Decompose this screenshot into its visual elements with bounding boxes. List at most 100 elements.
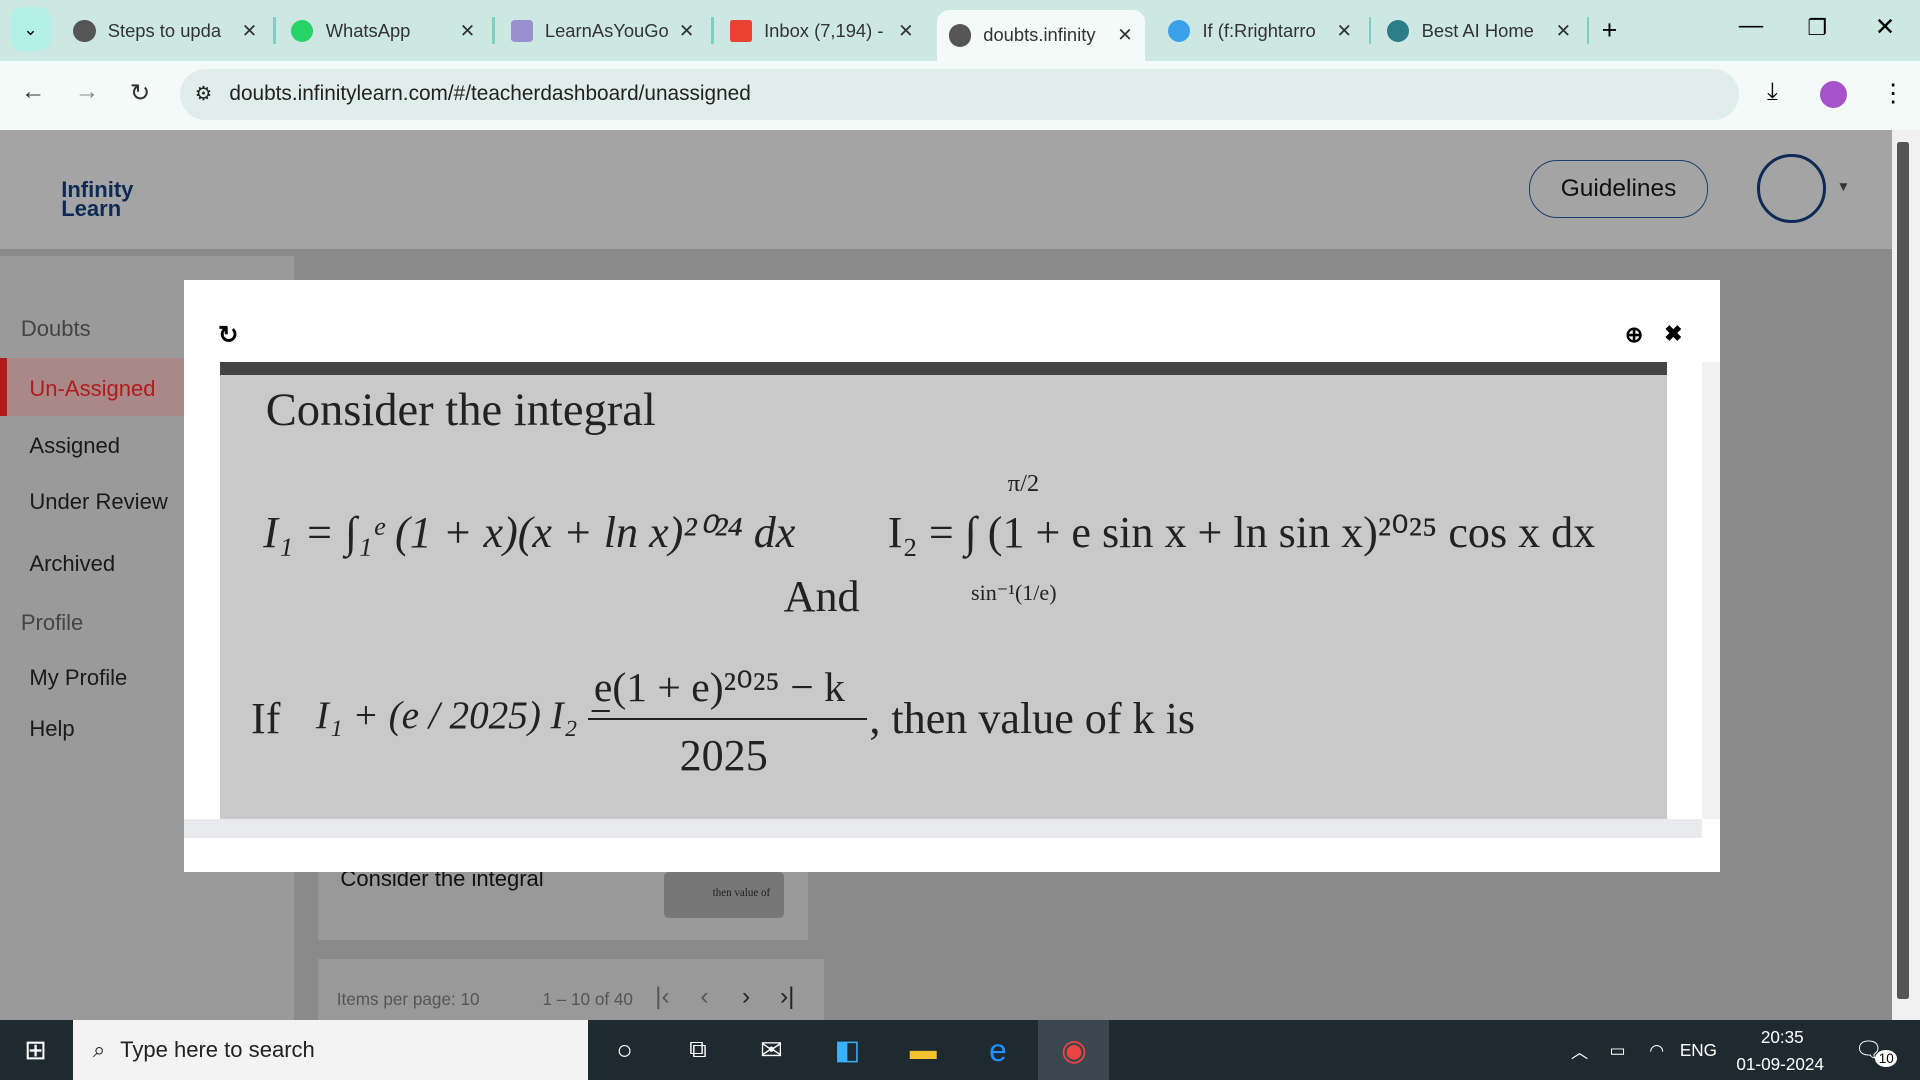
tab-title: WhatsApp — [325, 19, 411, 41]
close-tab-icon[interactable]: ✕ — [242, 20, 257, 42]
img-denominator: 2025 — [679, 730, 768, 780]
restore-button[interactable]: ❐ — [1807, 15, 1827, 41]
search-icon: ⌕ — [93, 1037, 106, 1062]
whatsapp-icon — [291, 19, 314, 42]
logo: Infinity Learn — [61, 177, 134, 221]
minimize-button[interactable]: — — [1739, 12, 1763, 40]
taskbar: ⊞ ⌕ Type here to search ○ ⧉ ✉ ◧ ▬ e ◉ ︿ ▭… — [0, 1020, 1920, 1080]
close-window-button[interactable]: ✕ — [1875, 12, 1896, 42]
menu-icon[interactable]: ⋮ — [1881, 78, 1905, 108]
taskbar-search[interactable]: ⌕ Type here to search — [73, 1020, 588, 1080]
sidebar-item-my-profile[interactable]: My Profile — [29, 665, 127, 691]
img-lhs: I₁ + (e / 2025) I₂ = — [315, 694, 614, 738]
file-explorer-icon[interactable]: ▬ — [896, 1020, 950, 1080]
tab-title: LearnAsYouGo — [544, 19, 669, 41]
cortana-icon[interactable]: ○ — [600, 1020, 649, 1080]
prev-page-button[interactable]: ‹ — [700, 983, 708, 1011]
rotate-icon[interactable]: ↻ — [218, 320, 239, 350]
app-header: Infinity Learn Guidelines ▼ — [0, 129, 1892, 249]
new-tab-button[interactable]: + — [1602, 15, 1618, 46]
sidebar-item-assigned[interactable]: Assigned — [29, 433, 120, 459]
tab-whatsapp[interactable]: WhatsApp ✕ — [291, 10, 487, 52]
mail-icon[interactable]: ✉ — [747, 1020, 796, 1080]
learnasyougo-icon — [510, 19, 533, 42]
close-tab-icon[interactable]: ✕ — [1336, 20, 1351, 42]
ai-icon — [1387, 19, 1410, 42]
clock-date[interactable]: 01-09-2024 — [1736, 1054, 1824, 1075]
tab-learnasyougo[interactable]: LearnAsYouGo ✕ — [510, 10, 707, 52]
battery-icon[interactable]: ▭ — [1604, 1020, 1631, 1080]
language-indicator[interactable]: ENG — [1680, 1020, 1717, 1080]
user-avatar-icon[interactable] — [1757, 154, 1826, 223]
tab-steps[interactable]: Steps to upda ✕ — [73, 10, 269, 52]
url-text: doubts.infinitylearn.com/#/teacherdashbo… — [229, 82, 751, 106]
tab-search-button[interactable]: ⌄ — [9, 7, 52, 52]
guidelines-button[interactable]: Guidelines — [1529, 160, 1708, 218]
img-tail: , then value of k is — [869, 694, 1196, 744]
close-tab-icon[interactable]: ✕ — [898, 20, 913, 42]
forward-button[interactable]: → — [75, 78, 99, 106]
edge-icon[interactable]: e — [973, 1020, 1022, 1080]
h-scrollbar[interactable] — [183, 819, 1703, 838]
show-hidden-icons[interactable]: ︿ — [1567, 1020, 1591, 1080]
doubt-image: Consider the integral I₁ = ∫₁ᵉ (1 + x)(x… — [220, 362, 1667, 820]
gmail-icon — [729, 19, 752, 42]
img-integral-2: I₂ = ∫ (1 + e sin x + ln sin x)²⁰²⁵ cos … — [887, 507, 1596, 557]
upload-icon — [1168, 19, 1191, 42]
img-if: If — [251, 694, 281, 744]
reload-button[interactable]: ↻ — [130, 78, 151, 108]
v-scrollbar[interactable] — [1702, 362, 1721, 820]
site-info-icon[interactable]: ⚙ — [195, 82, 213, 106]
tab-doubts[interactable]: doubts.infinity ✕ — [936, 9, 1145, 62]
tab-if[interactable]: If (f:Rrightarro ✕ — [1168, 10, 1364, 52]
start-button[interactable]: ⊞ — [0, 1020, 71, 1080]
tab-strip: ⌄ Steps to upda ✕ WhatsApp ✕ LearnAsYouGo ✕… — [0, 0, 1920, 62]
first-page-button[interactable]: |‹ — [655, 983, 670, 1011]
tab-title: If (f:Rrightarro — [1202, 19, 1316, 41]
img-and: And — [783, 571, 860, 621]
chevron-down-icon[interactable]: ▼ — [1837, 179, 1850, 194]
next-page-button[interactable]: › — [742, 983, 750, 1011]
zoom-in-icon[interactable]: ⊕ — [1625, 322, 1643, 348]
chrome-icon[interactable]: ◉ — [1038, 1020, 1110, 1080]
close-icon[interactable]: ✖ — [1664, 321, 1682, 347]
notifications-icon[interactable]: 🗨 10 — [1851, 1020, 1900, 1080]
img-numerator: e(1 + e)²⁰²⁵ − k — [593, 665, 845, 712]
globe-icon — [73, 19, 96, 42]
img-heading: Consider the integral — [265, 385, 656, 437]
img-upper-limit: π/2 — [1007, 470, 1040, 498]
tab-best-ai[interactable]: Best AI Home ✕ — [1387, 10, 1583, 52]
task-view-icon[interactable]: ⧉ — [673, 1020, 722, 1080]
doubt-thumbnail[interactable]: then value of — [663, 871, 784, 919]
profile-avatar[interactable] — [1819, 80, 1847, 108]
sidebar-group-profile: Profile — [20, 609, 84, 635]
search-placeholder: Type here to search — [120, 1037, 315, 1062]
close-tab-icon[interactable]: ✕ — [1556, 20, 1571, 42]
wifi-icon[interactable]: ◠ — [1643, 1020, 1670, 1080]
tab-title: Steps to upda — [107, 19, 222, 41]
sidebar-item-label: Un-Assigned — [29, 375, 156, 401]
sidebar-group-doubts: Doubts — [20, 315, 91, 341]
img-integral-1: I₁ = ∫₁ᵉ (1 + x)(x + ln x)²⁰²⁴ dx — [263, 507, 796, 557]
tab-title: Best AI Home — [1421, 19, 1534, 41]
close-tab-icon[interactable]: ✕ — [1117, 24, 1132, 46]
tab-gmail[interactable]: Inbox (7,194) - ✕ — [729, 10, 926, 52]
page-range: 1 – 10 of 40 — [542, 989, 633, 1010]
clock-time[interactable]: 20:35 — [1761, 1027, 1804, 1048]
page-scrollbar[interactable] — [1891, 129, 1920, 1020]
close-tab-icon[interactable]: ✕ — [679, 20, 694, 42]
sidebar-item-help[interactable]: Help — [29, 716, 74, 742]
img-lower-limit: sin⁻¹(1/e) — [971, 580, 1057, 606]
back-button[interactable]: ← — [21, 78, 45, 106]
last-page-button[interactable]: ›| — [780, 983, 795, 1011]
items-per-page[interactable]: Items per page: 10 — [337, 989, 480, 1010]
sidebar-item-under-review[interactable]: Under Review — [29, 489, 167, 515]
globe-icon — [948, 24, 971, 47]
download-icon[interactable]: ⤓ — [1767, 78, 1778, 106]
address-bar[interactable]: ⚙ doubts.infinitylearn.com/#/teacherdashb… — [180, 68, 1739, 120]
app-icon[interactable]: ◧ — [823, 1020, 872, 1080]
notification-count: 10 — [1875, 1049, 1898, 1068]
close-tab-icon[interactable]: ✕ — [460, 20, 475, 42]
tab-title: doubts.infinity — [983, 24, 1096, 46]
sidebar-item-archived[interactable]: Archived — [29, 551, 115, 577]
